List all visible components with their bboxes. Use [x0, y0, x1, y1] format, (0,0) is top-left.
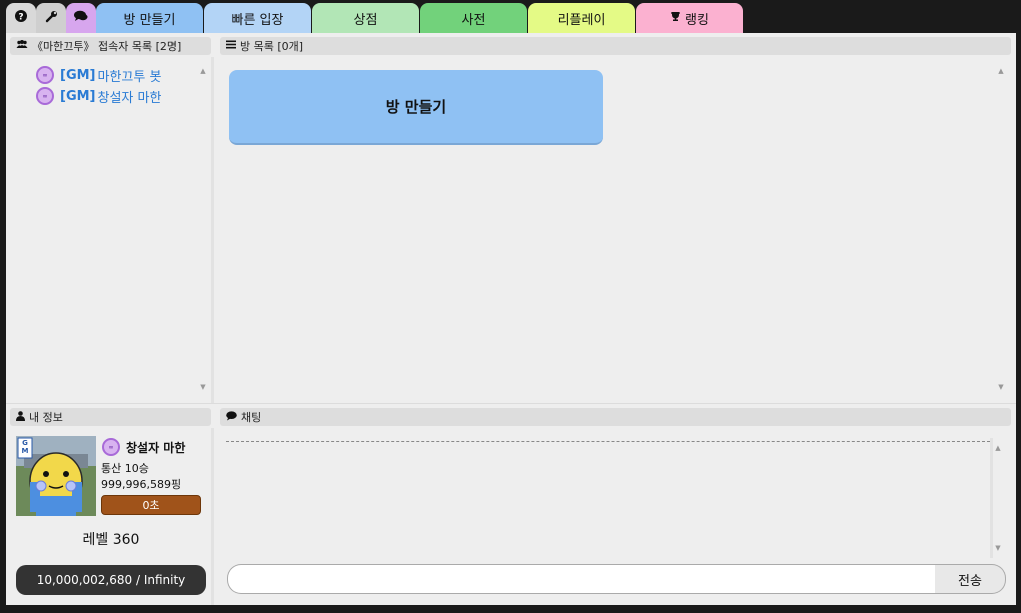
- chat-title: 채팅: [241, 411, 262, 424]
- tab-replay[interactable]: 리플레이: [528, 3, 635, 33]
- users-scroll-up[interactable]: ▲: [198, 66, 208, 76]
- user-tag: [GM]: [60, 88, 96, 104]
- comment-icon: [226, 410, 237, 424]
- users-panel-header: 《마한끄투》 접속자 목록 [2명]: [10, 37, 211, 55]
- tab-ranking[interactable]: 랭킹: [636, 3, 743, 33]
- top-tab-bar: ? 방 만들기 빠른 입장 상점 사전 리플레이 랭킹: [6, 3, 1016, 33]
- play-time-badge: 0초: [101, 495, 201, 515]
- chat-tab[interactable]: [66, 3, 96, 33]
- users-panel-title: 《마한끄투》 접속자 목록 [2명]: [32, 40, 182, 53]
- rooms-panel-title: 방 목록 [0개]: [240, 40, 304, 53]
- tab-label: 리플레이: [557, 12, 606, 28]
- chat-scrollbar-track[interactable]: [990, 438, 993, 558]
- user-name: 마한끄투 봇: [97, 69, 162, 85]
- level-text: 레벨 360: [82, 532, 140, 548]
- tab-label: 사전: [461, 12, 486, 28]
- lobby-main: 《마한끄투》 접속자 목록 [2명] ∞ [GM] 마한끄투 봇 ∞ [GM] …: [6, 33, 1016, 605]
- user-list-item[interactable]: ∞ [GM] 마한끄투 봇: [36, 65, 161, 85]
- question-circle-icon: ?: [15, 10, 27, 26]
- users-icon: [16, 39, 28, 53]
- chat-scroll-up[interactable]: ▲: [993, 443, 1003, 453]
- bottom-divider: [211, 428, 214, 605]
- users-scrollbar-track[interactable]: [211, 57, 214, 403]
- users-scroll-down[interactable]: ▼: [198, 382, 208, 392]
- user-list-item[interactable]: ∞ [GM] 창설자 마한: [36, 86, 161, 106]
- rooms-scroll-up[interactable]: ▲: [996, 66, 1006, 76]
- tab-label: 랭킹: [685, 12, 709, 28]
- level-badge-icon: ∞: [36, 87, 54, 105]
- tab-make-room[interactable]: 방 만들기: [96, 3, 203, 33]
- gm-mark: GM: [21, 439, 29, 455]
- exp-bar: 10,000,002,680 / Infinity: [16, 565, 206, 595]
- chat-input[interactable]: [227, 564, 936, 594]
- rooms-panel-header: 방 목록 [0개]: [220, 37, 1011, 55]
- help-tab[interactable]: ?: [6, 3, 36, 33]
- profile-name: ∞ 창설자 마한: [102, 438, 185, 456]
- rooms-scroll-down[interactable]: ▼: [996, 382, 1006, 392]
- user-name: 창설자 마한: [97, 90, 162, 106]
- wrench-icon: [45, 10, 58, 27]
- tab-shop[interactable]: 상점: [312, 3, 419, 33]
- tab-quick-join[interactable]: 빠른 입장: [204, 3, 311, 33]
- my-info-header: 내 정보: [10, 408, 211, 426]
- profile-name-text: 창설자 마한: [126, 440, 186, 455]
- profile-ping: 999,996,589핑: [101, 478, 182, 491]
- tab-dictionary[interactable]: 사전: [420, 3, 527, 33]
- settings-tab[interactable]: [36, 3, 66, 33]
- avatar: GM: [16, 436, 96, 516]
- chat-scroll-down[interactable]: ▼: [993, 543, 1003, 553]
- tab-label: 상점: [353, 12, 378, 28]
- comments-icon: [74, 10, 88, 26]
- horizontal-divider: [6, 403, 1016, 404]
- tab-label: 빠른 입장: [231, 12, 284, 28]
- send-button[interactable]: 전송: [935, 564, 1006, 594]
- user-icon: [16, 410, 25, 424]
- level-badge-icon: ∞: [102, 438, 120, 456]
- trophy-icon: [670, 11, 681, 25]
- make-room-button[interactable]: 방 만들기: [229, 70, 603, 145]
- svg-text:?: ?: [18, 13, 23, 23]
- profile-record: 통산 10승: [101, 462, 149, 475]
- level-badge-icon: ∞: [36, 66, 54, 84]
- list-icon: [226, 40, 236, 52]
- chat-header: 채팅: [220, 408, 1011, 426]
- my-info-title: 내 정보: [29, 411, 63, 424]
- user-tag: [GM]: [60, 67, 96, 83]
- tab-label: 방 만들기: [123, 12, 176, 28]
- chat-log: [226, 441, 990, 442]
